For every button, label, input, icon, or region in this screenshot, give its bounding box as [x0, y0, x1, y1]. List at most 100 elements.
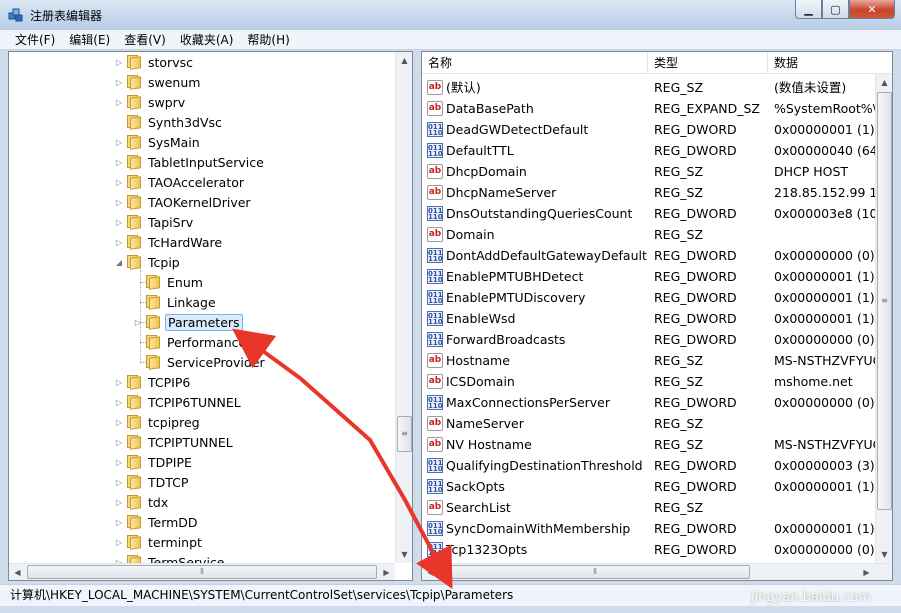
- folder-icon: [126, 375, 142, 390]
- expand-arrow-icon[interactable]: ▷: [114, 452, 124, 472]
- tree-item[interactable]: ▷ TDPIPE: [114, 452, 194, 472]
- scroll-down-arrow-icon[interactable]: ▼: [396, 546, 412, 563]
- collapse-arrow-icon[interactable]: ◢: [114, 252, 124, 272]
- tree-item[interactable]: ▷ TAOKernelDriver: [114, 192, 253, 212]
- value-row[interactable]: 011 110 DontAddDefaultGatewayDefault REG_DW…: [422, 245, 877, 266]
- value-list-pane[interactable]: 名称 类型 数据 ab (默认) REG_SZ (数值未设置) ab DataBasePa…: [421, 51, 893, 581]
- value-row[interactable]: 011 110 EnablePMTUBHDetect REG_DWORD 0x00000…: [422, 266, 877, 287]
- expand-arrow-icon[interactable]: ▷: [114, 152, 124, 172]
- tree-item[interactable]: ▷ TcHardWare: [114, 232, 224, 252]
- key-tree-pane[interactable]: ▷ storvsc ▷ swenum ▷ swprv Synth3dVsc ▷ SysMain ▷…: [8, 51, 413, 581]
- tree-item[interactable]: ▷ swenum: [114, 72, 202, 92]
- expand-arrow-icon[interactable]: ▷: [114, 52, 124, 72]
- menu-item-4[interactable]: 帮助(H): [240, 30, 296, 49]
- tree-hscroll-thumb[interactable]: ⦀: [27, 565, 377, 579]
- tree-item[interactable]: ◢ Tcpip: [114, 252, 182, 272]
- column-header-type[interactable]: 类型: [648, 52, 768, 74]
- value-row[interactable]: 011 110 MaxConnectionsPerServer REG_DWORD 0x…: [422, 392, 877, 413]
- value-row[interactable]: 011 110 EnableWsd REG_DWORD 0x00000001 (1): [422, 308, 877, 329]
- list-hscroll-thumb[interactable]: ⦀: [440, 565, 750, 579]
- expand-arrow-icon[interactable]: ▷: [114, 412, 124, 432]
- value-row[interactable]: ab Domain REG_SZ: [422, 224, 877, 245]
- value-row[interactable]: 011 110 EnablePMTUDiscovery REG_DWORD 0x0000…: [422, 287, 877, 308]
- scroll-up-arrow-icon[interactable]: ▲: [396, 52, 412, 69]
- menu-item-1[interactable]: 编辑(E): [62, 30, 117, 49]
- tree-item[interactable]: ServiceProvider: [133, 352, 267, 372]
- tree-horizontal-scrollbar[interactable]: ◀ ⦀ ▶: [9, 563, 395, 580]
- tree-item[interactable]: ▷ terminpt: [114, 532, 204, 552]
- value-row[interactable]: ab NV Hostname REG_SZ MS-NSTHZVFYUC: [422, 434, 881, 455]
- value-row[interactable]: 011 110 SackOpts REG_DWORD 0x00000001 (1): [422, 476, 877, 497]
- tree-item[interactable]: ▷ Parameters: [133, 312, 243, 332]
- minimize-button[interactable]: ▁: [795, 0, 822, 19]
- value-row[interactable]: ab SearchList REG_SZ: [422, 497, 877, 518]
- expand-arrow-icon[interactable]: ▷: [114, 132, 124, 152]
- tree-item[interactable]: ▷ tdx: [114, 492, 170, 512]
- column-header-name[interactable]: 名称: [422, 52, 648, 74]
- value-row[interactable]: ab DhcpNameServer REG_SZ 218.85.152.99 192: [422, 182, 892, 203]
- menu-item-0[interactable]: 文件(F): [8, 30, 62, 49]
- expand-arrow-icon[interactable]: ▷: [114, 232, 124, 252]
- tree-item[interactable]: ▷ TabletInputService: [114, 152, 266, 172]
- tree-item[interactable]: Performance: [133, 332, 248, 352]
- expand-arrow-icon[interactable]: ▷: [114, 532, 124, 552]
- tree-item[interactable]: ▷ TCPIPTUNNEL: [114, 432, 235, 452]
- expand-arrow-icon[interactable]: ▷: [114, 512, 124, 532]
- tree-scroll-thumb[interactable]: ≡: [397, 416, 412, 452]
- list-scroll-thumb[interactable]: ≡: [877, 92, 892, 510]
- scroll-left-arrow-icon[interactable]: ◀: [422, 564, 439, 580]
- expand-arrow-icon[interactable]: ▷: [114, 492, 124, 512]
- value-row[interactable]: 011 110 SyncDomainWithMembership REG_DWORD 0…: [422, 518, 877, 539]
- close-button[interactable]: ✕: [849, 0, 895, 19]
- expand-arrow-icon[interactable]: ▷: [114, 472, 124, 492]
- tree-item[interactable]: ▷ tcpipreg: [114, 412, 202, 432]
- value-row[interactable]: ab NameServer REG_SZ: [422, 413, 877, 434]
- value-row[interactable]: 011 110 QualifyingDestinationThreshold REG_…: [422, 455, 877, 476]
- scroll-right-arrow-icon[interactable]: ▶: [378, 564, 395, 580]
- value-row[interactable]: 011 110 Tcp1323Opts REG_DWORD 0x00000000 (0): [422, 539, 877, 560]
- value-row[interactable]: ab ICSDomain REG_SZ mshome.net: [422, 371, 877, 392]
- value-row[interactable]: 011 110 DeadGWDetectDefault REG_DWORD 0x0000…: [422, 119, 877, 140]
- expand-arrow-icon[interactable]: ▷: [114, 432, 124, 452]
- scroll-up-arrow-icon[interactable]: ▲: [876, 74, 892, 91]
- tree-item[interactable]: ▷ TCPIP6: [114, 372, 192, 392]
- expand-arrow-icon[interactable]: ▷: [114, 92, 124, 112]
- column-header-data[interactable]: 数据: [768, 52, 892, 74]
- value-row[interactable]: 011 110 ForwardBroadcasts REG_DWORD 0x000000…: [422, 329, 877, 350]
- expand-arrow-icon[interactable]: ▷: [114, 172, 124, 192]
- tree-item[interactable]: ▷ TDTCP: [114, 472, 190, 492]
- expand-arrow-icon[interactable]: ▷: [114, 192, 124, 212]
- expand-arrow-icon[interactable]: ▷: [114, 212, 124, 232]
- tree-item[interactable]: ▷ TCPIP6TUNNEL: [114, 392, 243, 412]
- value-row[interactable]: 011 110 DefaultTTL REG_DWORD 0x00000040 (64): [422, 140, 883, 161]
- menu-item-2[interactable]: 查看(V): [117, 30, 173, 49]
- expand-arrow-icon[interactable]: ▷: [114, 392, 124, 412]
- tree-item[interactable]: ▷ TapiSrv: [114, 212, 195, 232]
- title-bar[interactable]: 注册表编辑器 ▁ ▢ ✕: [0, 0, 901, 30]
- value-row[interactable]: ab (默认) REG_SZ (数值未设置): [422, 77, 877, 98]
- binary-value-icon: 011 110: [427, 542, 443, 557]
- value-row[interactable]: ab Hostname REG_SZ MS-NSTHZVFYUC: [422, 350, 881, 371]
- maximize-button[interactable]: ▢: [822, 0, 849, 19]
- list-horizontal-scrollbar[interactable]: ◀ ⦀ ▶: [422, 563, 892, 580]
- tree-item-label: TabletInputService: [148, 154, 264, 170]
- tree-item[interactable]: ▷ swprv: [114, 92, 187, 112]
- menu-item-3[interactable]: 收藏夹(A): [173, 30, 241, 49]
- list-vertical-scrollbar[interactable]: ▲ ≡ ▼: [875, 74, 892, 563]
- expand-arrow-icon[interactable]: ▷: [114, 372, 124, 392]
- string-value-icon: ab: [427, 353, 443, 368]
- tree-item[interactable]: ▷ TAOAccelerator: [114, 172, 246, 192]
- value-row[interactable]: ab DhcpDomain REG_SZ DHCP HOST: [422, 161, 877, 182]
- value-row[interactable]: 011 110 DnsOutstandingQueriesCount REG_DWOR…: [422, 203, 892, 224]
- tree-item[interactable]: ▷ SysMain: [114, 132, 202, 152]
- tree-vertical-scrollbar[interactable]: ▲ ≡ ▼: [395, 52, 412, 563]
- scroll-right-arrow-icon[interactable]: ▶: [858, 564, 875, 580]
- tree-item[interactable]: ▷ storvsc: [114, 52, 195, 72]
- expand-arrow-icon[interactable]: ▷: [114, 72, 124, 92]
- tree-item[interactable]: Synth3dVsc: [114, 112, 224, 132]
- tree-item[interactable]: ▷ TermDD: [114, 512, 200, 532]
- scroll-down-arrow-icon[interactable]: ▼: [876, 546, 892, 563]
- value-row[interactable]: ab DataBasePath REG_EXPAND_SZ %SystemRoot%\…: [422, 98, 885, 119]
- scroll-left-arrow-icon[interactable]: ◀: [9, 564, 26, 580]
